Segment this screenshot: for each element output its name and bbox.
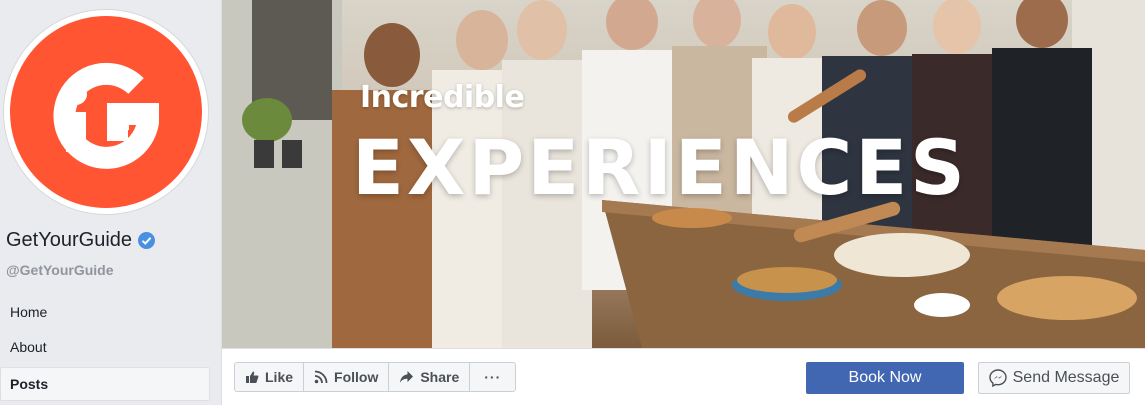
more-options-button[interactable]: ··· [470,363,515,391]
nav-item-label: Home [10,304,48,320]
more-options-icon: ··· [484,369,502,385]
cover-photo[interactable]: Incredible EXPERIENCES [222,0,1145,348]
nav-item-posts[interactable]: Posts [0,367,210,401]
verified-badge-icon [138,232,156,249]
page-name[interactable]: GetYourGuide [6,229,156,252]
rss-follow-icon [314,370,328,384]
page-handle[interactable]: @GetYourGuide [6,262,114,278]
profile-picture[interactable] [4,10,208,214]
book-now-button[interactable]: Book Now [806,362,964,394]
like-label: Like [265,369,294,385]
messenger-icon [988,369,1007,387]
page-actions-group: Like Follow Share ··· [234,362,517,392]
getyourguide-logo-icon [53,62,159,169]
nav-item-about[interactable]: About [0,330,210,364]
share-button[interactable]: Share [389,363,471,391]
page-name-text[interactable]: GetYourGuide [6,229,132,252]
like-button[interactable]: Like [235,363,305,391]
send-message-button[interactable]: Send Message [978,362,1130,394]
cover-headline-big: EXPERIENCES [352,123,968,212]
nav-item-home[interactable]: Home [0,295,210,329]
nav-item-label: About [10,339,47,355]
thumbs-up-icon [246,371,259,383]
book-now-label: Book Now [848,369,922,386]
page-action-bar: Like Follow Share ··· Book Now Send Mess… [222,348,1145,405]
facebook-page: GetYourGuide @GetYourGuide Home About Po… [0,0,1145,405]
left-sidebar: GetYourGuide @GetYourGuide Home About Po… [0,0,222,405]
follow-label: Follow [334,369,379,385]
nav-item-label: Posts [10,376,49,392]
cover-headline-small: Incredible [360,80,525,115]
share-arrow-icon [400,371,414,383]
share-label: Share [420,369,460,385]
send-message-label: Send Message [1012,369,1120,386]
follow-button[interactable]: Follow [304,363,390,391]
